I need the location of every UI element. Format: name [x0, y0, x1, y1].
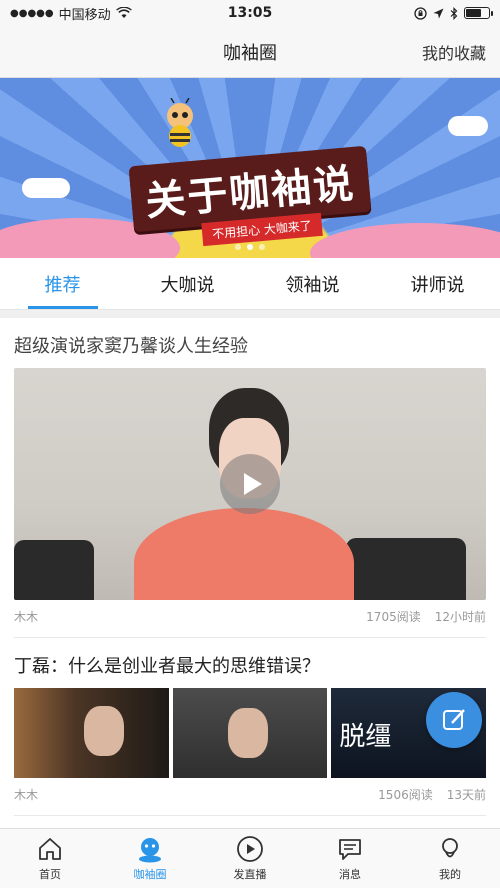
post-reads: 1705阅读 — [366, 610, 421, 624]
tabbar-label: 消息 — [339, 868, 361, 881]
post-stats: 1705阅读 12小时前 — [366, 608, 486, 625]
tabbar-label: 发直播 — [233, 868, 267, 881]
carousel-dot[interactable] — [235, 244, 241, 250]
banner-cloud-decoration — [310, 223, 500, 258]
tabbar-label: 我的 — [439, 868, 461, 881]
post-author: 木木 — [14, 610, 39, 624]
feed-post[interactable]: 超级演说家窦乃馨谈人生经验 木木 1705阅读 12小时前 — [0, 318, 500, 637]
post-thumbnails[interactable]: 脱缰 — [14, 688, 487, 778]
cloud-decoration — [22, 178, 70, 198]
edit-icon — [443, 709, 465, 730]
bottom-tab-bar: 首页 咖袖圈 发直播 消息 我的 — [0, 828, 500, 888]
carousel-dot[interactable] — [259, 244, 265, 250]
video-background — [346, 538, 466, 600]
message-icon — [339, 839, 361, 860]
post-reads: 1506阅读 — [378, 788, 433, 802]
battery-icon — [464, 7, 493, 19]
post-time: 12小时前 — [434, 610, 486, 624]
feed-post[interactable]: 丁磊：什么是创业者最大的思维错误？ 脱缰 木木 1506阅读 13天前 — [0, 638, 500, 815]
page-title: 咖袖圈 — [223, 42, 277, 64]
my-favorites-button[interactable]: 我的收藏 — [422, 40, 486, 64]
tab-recommend[interactable]: 推荐 — [0, 258, 125, 309]
tabbar-item-home[interactable]: 首页 — [0, 829, 100, 888]
post-thumbnail[interactable] — [172, 688, 328, 778]
video-speaker — [134, 508, 354, 600]
tab-big-talk[interactable]: 大咖说 — [125, 258, 250, 309]
location-icon — [433, 8, 444, 18]
carrier-label: 中国移动 — [58, 7, 111, 23]
signal-icon: ●●●●● — [10, 7, 54, 19]
tabbar-item-profile[interactable]: 我的 — [400, 829, 500, 888]
tabbar-item-circle[interactable]: 咖袖圈 — [100, 829, 200, 888]
category-tabs: 推荐 大咖说 领袖说 讲师说 — [0, 258, 500, 310]
promo-banner[interactable]: 关于咖袖说 不用担心 大咖来了 — [0, 78, 500, 258]
post-thumbnail[interactable] — [14, 688, 169, 778]
feed: 超级演说家窦乃馨谈人生经验 木木 1705阅读 12小时前 丁磊：什么是创业者最… — [0, 318, 500, 854]
carousel-dots — [235, 244, 265, 250]
status-time: 13:05 — [227, 5, 273, 21]
profile-icon — [442, 838, 458, 858]
post-meta: 木木 1506阅读 13天前 — [14, 778, 486, 815]
tabbar-item-live[interactable]: 发直播 — [200, 829, 300, 888]
status-left: ●●●●● 中国移动 — [10, 4, 132, 23]
bee-mascot-icon — [167, 98, 193, 147]
tab-leader-talk[interactable]: 领袖说 — [250, 258, 375, 309]
thumbnail-face — [227, 708, 268, 758]
thumbnail-face — [84, 706, 124, 756]
tabbar-item-messages[interactable]: 消息 — [300, 829, 400, 888]
nav-bar: 咖袖圈 我的收藏 — [0, 26, 500, 78]
orientation-lock-icon — [414, 6, 427, 20]
post-stats: 1506阅读 13天前 — [378, 786, 486, 803]
tabbar-label: 咖袖圈 — [133, 868, 167, 881]
cloud-decoration — [448, 116, 488, 136]
post-author: 木木 — [14, 788, 39, 802]
bluetooth-icon — [450, 6, 458, 20]
play-icon — [237, 836, 263, 862]
section-divider — [0, 310, 500, 318]
play-icon[interactable] — [220, 454, 280, 514]
status-right — [414, 6, 493, 20]
post-time: 13天前 — [446, 788, 486, 802]
home-icon — [39, 838, 61, 860]
compose-button[interactable] — [426, 692, 482, 748]
wifi-icon — [115, 7, 132, 18]
tabbar-label: 首页 — [39, 868, 61, 881]
status-bar: ●●●●● 中国移动 13:05 — [0, 0, 500, 26]
carousel-dot-active[interactable] — [247, 244, 253, 250]
post-title[interactable]: 超级演说家窦乃馨谈人生经验 — [14, 318, 486, 368]
tab-lecturer-talk[interactable]: 讲师说 — [375, 258, 500, 309]
video-background — [14, 540, 94, 600]
post-title[interactable]: 丁磊：什么是创业者最大的思维错误？ — [14, 638, 486, 688]
circle-icon — [139, 838, 161, 863]
thumbnail-text: 脱缰 — [339, 722, 392, 752]
video-thumbnail[interactable] — [14, 368, 486, 600]
post-meta: 木木 1705阅读 12小时前 — [14, 600, 486, 637]
